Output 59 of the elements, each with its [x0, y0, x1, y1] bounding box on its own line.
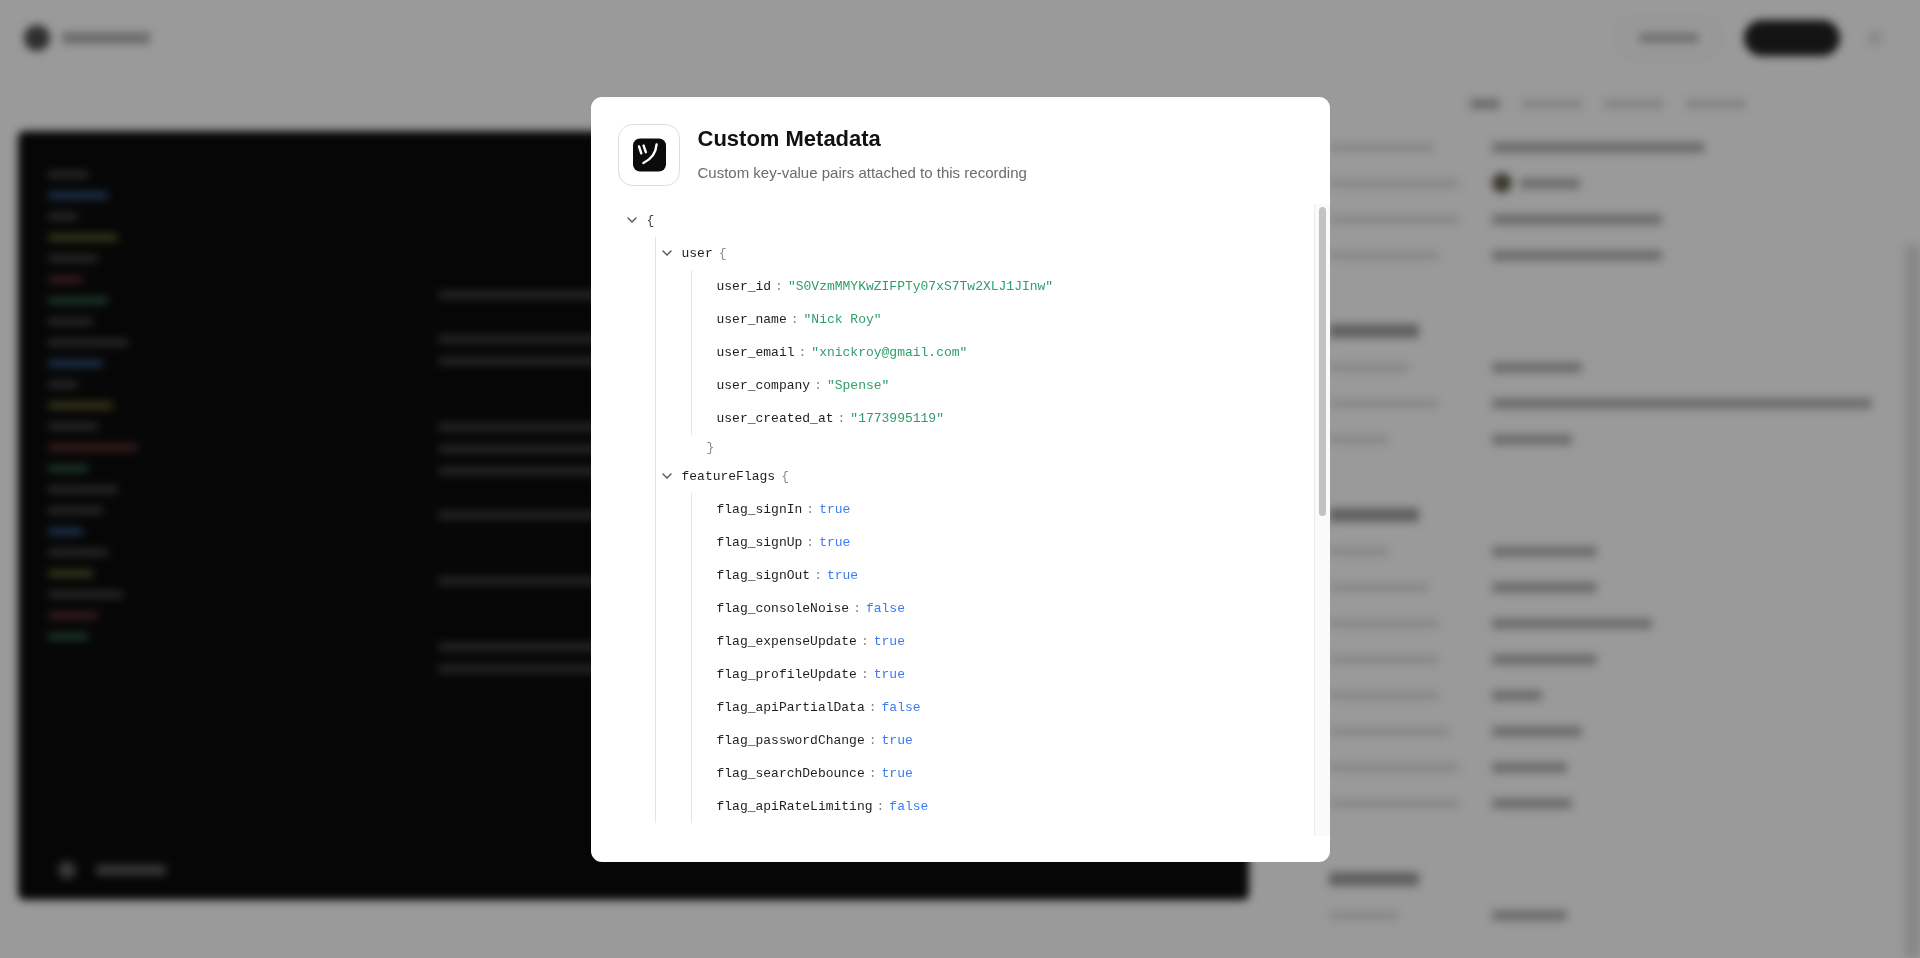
boolean-value: false	[881, 699, 921, 715]
key-value-colon: :	[775, 278, 783, 294]
json-key: flag_apiRateLimiting	[716, 798, 873, 814]
boolean-value: true	[873, 666, 905, 682]
open-brace: {	[718, 245, 727, 261]
boolean-value: true	[881, 765, 913, 781]
string-value: "S0VzmMMYKwZIFPTy07xS7Tw2XLJ1JInw"	[787, 278, 1054, 294]
key-value-colon: :	[853, 600, 861, 616]
json-key: user	[681, 245, 713, 261]
open-brace: {	[781, 468, 789, 484]
key-value-colon: :	[798, 344, 807, 360]
key-value-colon: :	[837, 410, 846, 426]
json-key: flag_consoleNoise	[716, 600, 850, 616]
scrollbar-track[interactable]	[1313, 203, 1330, 836]
string-value: "1773995119"	[850, 410, 944, 426]
json-key: flag_passwordChange	[716, 732, 865, 748]
key-value-colon: :	[790, 311, 799, 327]
json-key: user_email	[716, 344, 795, 360]
boolean-value: true	[826, 567, 859, 583]
chevron-down-icon[interactable]	[661, 250, 672, 256]
string-value: "Nick Roy"	[803, 311, 882, 327]
boolean-value: true	[819, 501, 851, 517]
chevron-down-icon[interactable]	[661, 473, 672, 479]
key-value-colon: :	[868, 699, 877, 715]
json-key: flag_profileUpdate	[716, 666, 857, 682]
json-key: flag_signUp	[716, 534, 803, 550]
string-value: "Spense"	[826, 377, 890, 393]
json-key: user_id	[716, 278, 772, 294]
json-key: user_created_at	[716, 410, 834, 426]
key-value-colon: :	[876, 798, 885, 814]
boolean-value: true	[873, 633, 905, 649]
key-value-colon: :	[814, 567, 822, 583]
scrollbar-thumb[interactable]	[1318, 206, 1326, 516]
json-key: featureFlags	[681, 468, 776, 484]
boolean-value: true	[881, 732, 913, 748]
json-key: flag_signIn	[716, 501, 803, 517]
json-key: flag_apiPartialData	[716, 699, 865, 715]
json-key: flag_expenseUpdate	[716, 633, 857, 649]
key-value-colon: :	[814, 377, 822, 393]
json-key: flag_searchDebounce	[716, 765, 865, 781]
dialog-title: Custom Metadata	[697, 126, 882, 151]
boolean-value: false	[889, 798, 929, 814]
key-value-colon: :	[806, 534, 815, 550]
boolean-value: true	[819, 534, 851, 550]
json-key: user_company	[716, 377, 811, 393]
chevron-down-icon[interactable]	[626, 217, 637, 223]
key-value-colon: :	[860, 633, 869, 649]
close-brace: }	[706, 439, 715, 455]
json-key: flag_signOut	[716, 567, 811, 583]
key-value-colon: :	[868, 765, 877, 781]
key-value-colon: :	[806, 501, 815, 517]
logo-icon	[617, 123, 680, 186]
key-value-colon: :	[868, 732, 877, 748]
boolean-value: false	[865, 600, 905, 616]
open-brace: {	[646, 212, 655, 228]
json-key: user_name	[716, 311, 787, 327]
string-value: "xnickroy@gmail.com"	[811, 344, 968, 360]
key-value-colon: :	[860, 666, 869, 682]
dialog-subtitle: Custom key-value pairs attached to this recording	[697, 162, 1027, 183]
